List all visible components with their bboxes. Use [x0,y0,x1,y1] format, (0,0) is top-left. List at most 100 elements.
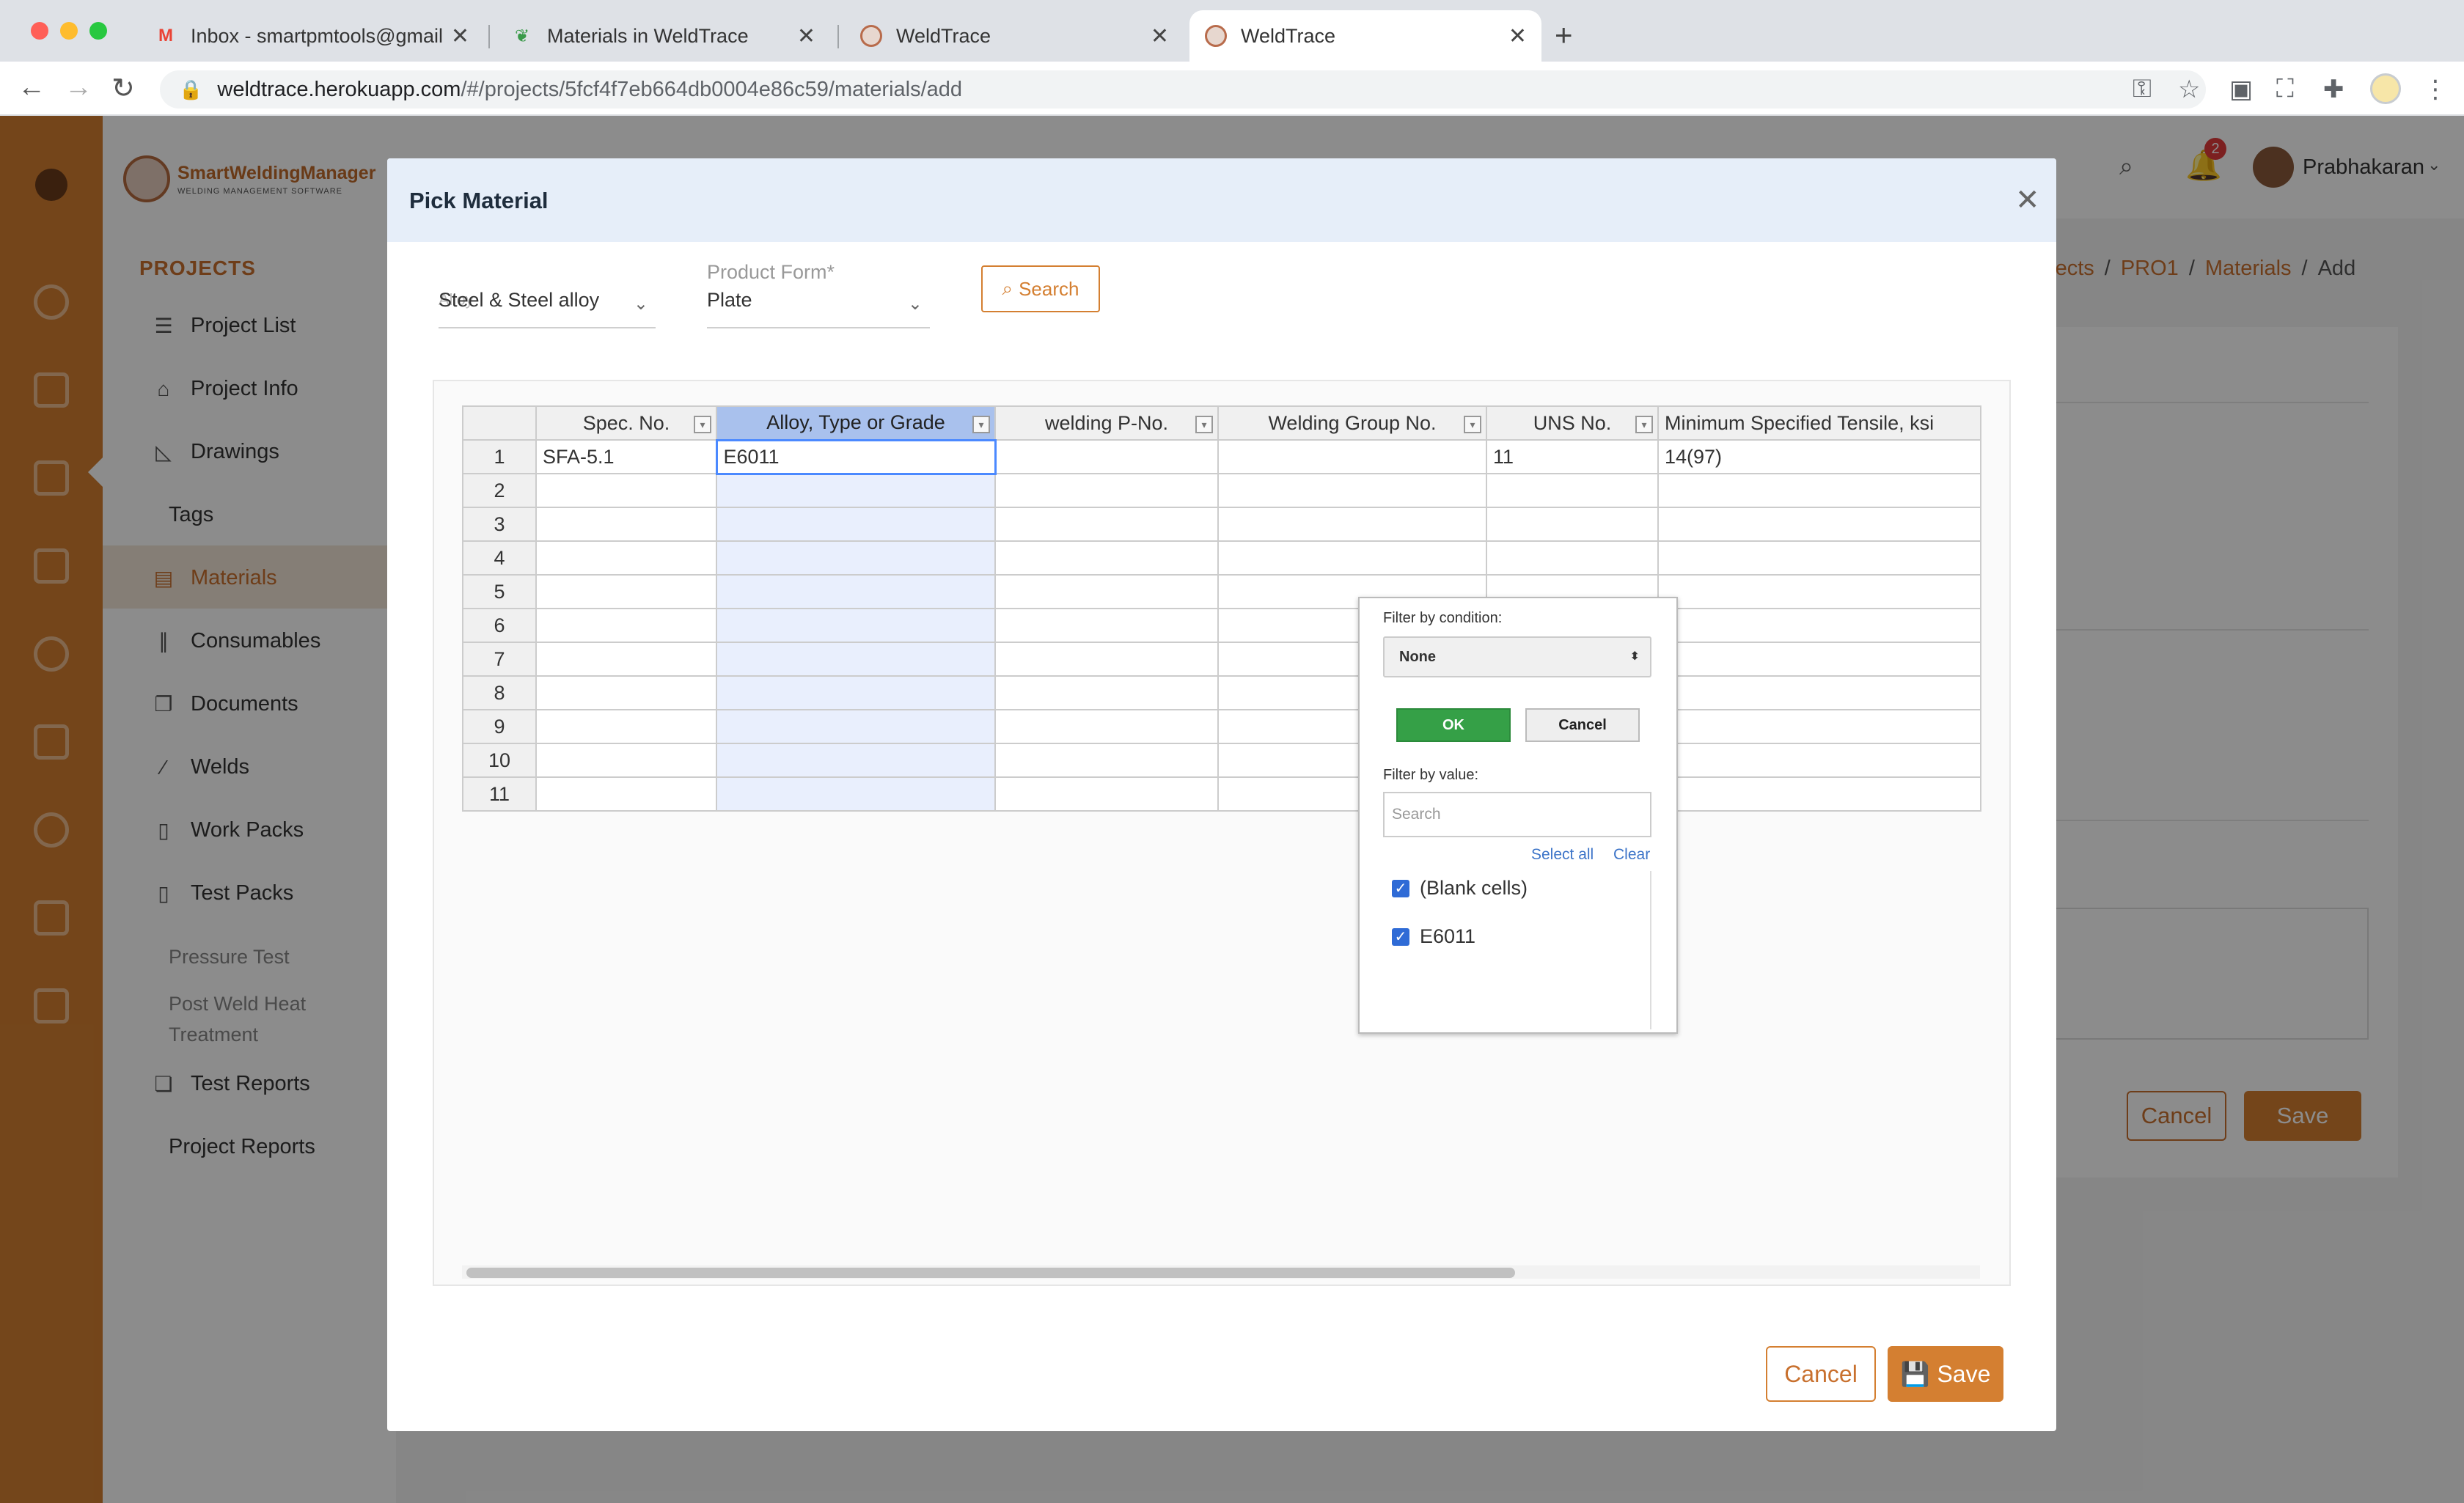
reload-icon[interactable]: ↻ [111,72,135,105]
grid-cell[interactable] [994,540,1219,576]
column-header[interactable]: Minimum Specified Tensile, ksi [1657,405,1981,441]
grid-cell[interactable] [994,507,1219,542]
filter-dropdown-icon[interactable]: ▾ [1195,416,1213,433]
column-header-selected[interactable]: Alloy, Type or Grade ▾ [716,405,996,441]
grid-cell[interactable] [994,675,1219,710]
close-icon[interactable]: ✕ [2015,183,2040,217]
row-number[interactable]: 6 [462,608,537,643]
product-form-select[interactable]: Product Form* Plate ⌄ [707,252,930,328]
row-number[interactable]: 8 [462,675,537,710]
modal-save-button[interactable]: 💾 Save [1888,1346,2003,1402]
grid-cell[interactable] [535,540,717,576]
grid-cell[interactable] [716,574,996,609]
grid-cell[interactable] [1657,709,1981,744]
grid-cell[interactable] [1486,507,1659,542]
address-bar[interactable]: 🔒 weldtrace.herokuapp.com/#/projects/5fc… [160,70,2206,109]
filter-dropdown-icon[interactable]: ▾ [972,416,990,433]
row-number[interactable]: 7 [462,642,537,677]
filter-condition-select[interactable]: None ⬍ [1383,636,1651,677]
grid-cell[interactable] [994,473,1219,508]
search-button[interactable]: ⌕ Search [981,265,1100,312]
row-number[interactable]: 10 [462,743,537,778]
grid-cell[interactable] [716,642,996,677]
grid-cell[interactable] [1657,540,1981,576]
back-arrow-icon[interactable]: ← [18,72,45,103]
grid-cell[interactable] [535,642,717,677]
checkbox-checked-icon[interactable]: ✓ [1392,879,1409,897]
grid-cell[interactable] [716,675,996,710]
grid-cell[interactable] [1657,507,1981,542]
filter-cancel-button[interactable]: Cancel [1525,708,1640,742]
grid-cell[interactable] [994,743,1219,778]
grid-cell[interactable] [1657,675,1981,710]
grid-cell[interactable] [1657,776,1981,812]
select-all-link[interactable]: Select all [1531,846,1594,864]
grid-cell[interactable] [716,608,996,643]
grid-cell[interactable] [1657,473,1981,508]
grid-cell[interactable] [535,507,717,542]
grid-cell[interactable] [994,439,1219,474]
row-number[interactable]: 11 [462,776,537,812]
forward-arrow-icon[interactable]: → [65,72,92,103]
grid-cell[interactable] [994,776,1219,812]
key-icon[interactable]: ⚿ [2133,75,2152,103]
grid-cell[interactable] [1486,473,1659,508]
extension-icon[interactable]: ▣ [2229,75,2253,104]
window-maximize-button[interactable] [89,22,107,40]
column-header[interactable]: welding P-No. ▾ [994,405,1219,441]
grid-cell[interactable] [994,608,1219,643]
column-header[interactable]: Welding Group No. ▾ [1217,405,1487,441]
alloy-select[interactable]: Alloy Steel & Steel alloy ⌄ [439,252,656,328]
grid-cell[interactable] [994,642,1219,677]
filter-option[interactable]: ✓ E6011 [1392,925,1475,948]
close-tab-icon[interactable]: ✕ [451,23,469,49]
grid-cell[interactable] [716,473,996,508]
grid-cell[interactable] [535,743,717,778]
profile-avatar[interactable] [2370,73,2401,104]
row-number[interactable]: 3 [462,507,537,542]
grid-cell[interactable] [535,473,717,508]
grid-cell[interactable]: SFA-5.1 [535,439,717,474]
filter-dropdown-icon[interactable]: ▾ [1635,416,1653,433]
browser-tab-weldtrace-active[interactable]: WeldTrace ✕ [1189,10,1541,62]
menu-dots-icon[interactable]: ⋮ [2423,75,2448,104]
close-tab-icon[interactable]: ✕ [797,23,815,49]
filter-dropdown-icon[interactable]: ▾ [1464,416,1481,433]
grid-cell[interactable] [1657,743,1981,778]
window-close-button[interactable] [31,22,48,40]
modal-cancel-button[interactable]: Cancel [1766,1346,1876,1402]
row-number[interactable]: 2 [462,473,537,508]
row-number[interactable]: 5 [462,574,537,609]
filter-ok-button[interactable]: OK [1396,708,1511,742]
screenshot-icon[interactable]: ⛶ [2276,75,2294,103]
column-header[interactable]: Spec. No. ▾ [535,405,717,441]
checkbox-checked-icon[interactable]: ✓ [1392,927,1409,946]
grid-cell[interactable] [994,574,1219,609]
row-number[interactable]: 9 [462,709,537,744]
grid-cell[interactable] [716,743,996,778]
filter-value-search-input[interactable] [1383,792,1651,837]
browser-tab-weldtrace[interactable]: WeldTrace ✕ [845,10,1184,62]
grid-cell[interactable] [535,608,717,643]
grid-cell[interactable]: 14(97) [1657,439,1981,474]
grid-cell[interactable] [1657,574,1981,609]
row-number[interactable]: 4 [462,540,537,576]
grid-cell[interactable] [716,540,996,576]
corner-header[interactable] [462,405,537,441]
grid-cell[interactable] [535,709,717,744]
scrollbar-thumb[interactable] [466,1268,1515,1278]
grid-cell[interactable] [1217,540,1487,576]
grid-cell[interactable] [716,507,996,542]
grid-cell[interactable] [1657,642,1981,677]
clear-link[interactable]: Clear [1613,846,1650,864]
grid-cell[interactable] [1657,608,1981,643]
close-tab-icon[interactable]: ✕ [1508,23,1527,49]
grid-cell[interactable] [1217,507,1487,542]
filter-dropdown-icon[interactable]: ▾ [694,416,711,433]
browser-tab-materials[interactable]: ❦ Materials in WeldTrace ✕ [496,10,830,62]
grid-cell[interactable] [1217,439,1487,474]
filter-option[interactable]: ✓ (Blank cells) [1392,877,1528,900]
grid-cell[interactable] [716,709,996,744]
grid-cell[interactable]: E6011 [715,438,997,475]
grid-cell[interactable] [535,574,717,609]
